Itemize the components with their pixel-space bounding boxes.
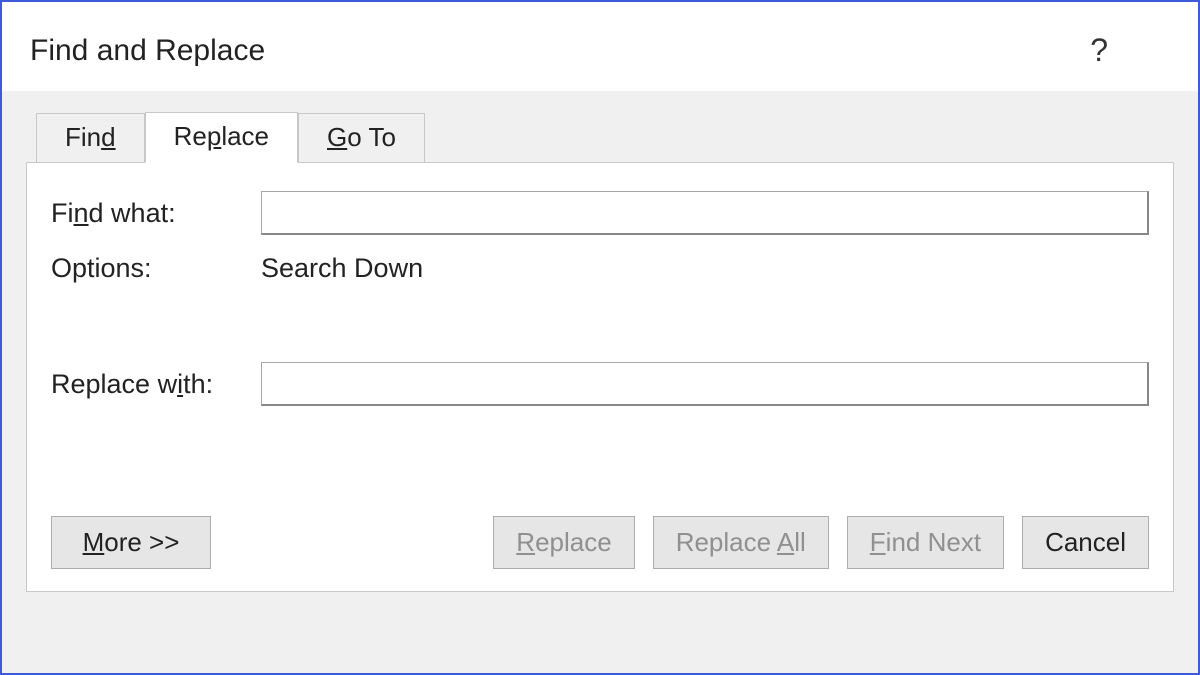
find-what-accel: n: [74, 198, 89, 228]
find-next-button[interactable]: Find Next: [847, 516, 1004, 569]
replace-with-input[interactable]: [261, 362, 1149, 406]
options-value: Search Down: [261, 253, 423, 284]
titlebar: Find and Replace ?: [2, 2, 1198, 91]
dialog-body: Find Replace Go To Find what: Options: S…: [2, 91, 1198, 673]
dialog-title: Find and Replace: [30, 34, 1040, 68]
find-next-text: ind Next: [886, 527, 981, 557]
tab-goto[interactable]: Go To: [298, 113, 425, 163]
help-button[interactable]: ?: [1040, 32, 1158, 69]
tab-replace-text-pre: Re: [174, 121, 207, 151]
replace-all-text-post: ll: [794, 527, 806, 557]
find-next-accel: F: [870, 527, 886, 557]
more-button[interactable]: More >>: [51, 516, 211, 569]
replace-accel: R: [516, 527, 535, 557]
tab-find[interactable]: Find: [36, 113, 145, 163]
tab-find-accel: d: [101, 122, 115, 152]
find-what-row: Find what:: [51, 191, 1149, 235]
find-what-label: Find what:: [51, 198, 261, 229]
replace-with-row: Replace with:: [51, 362, 1149, 406]
tab-find-text-pre: Fin: [65, 122, 101, 152]
find-what-label-post: d what:: [89, 198, 176, 228]
tab-replace-accel: p: [207, 121, 221, 151]
replace-all-accel: A: [777, 527, 794, 557]
tab-replace-text-post: lace: [221, 121, 269, 151]
replace-button[interactable]: Replace: [493, 516, 634, 569]
button-row: More >> Replace Replace All Find Next Ca…: [51, 516, 1149, 569]
replace-text: eplace: [535, 527, 612, 557]
more-text: ore >>: [104, 527, 179, 557]
cancel-text: Cancel: [1045, 527, 1126, 557]
tab-replace[interactable]: Replace: [145, 112, 298, 163]
spacer: [51, 424, 1149, 488]
replace-with-label: Replace with:: [51, 369, 261, 400]
replace-with-label-post: th:: [183, 369, 213, 399]
options-row: Options: Search Down: [51, 253, 1149, 284]
tab-goto-text-post: o To: [347, 122, 396, 152]
options-label: Options:: [51, 253, 261, 284]
panel: Find what: Options: Search Down Replace …: [26, 162, 1174, 592]
replace-with-label-pre: Replace w: [51, 369, 177, 399]
replace-all-button[interactable]: Replace All: [653, 516, 829, 569]
tabs: Find Replace Go To: [36, 111, 1174, 162]
cancel-button[interactable]: Cancel: [1022, 516, 1149, 569]
find-what-input[interactable]: [261, 191, 1149, 235]
tab-goto-accel: G: [327, 122, 347, 152]
more-accel: M: [83, 527, 105, 557]
find-what-label-pre: Fi: [51, 198, 74, 228]
replace-all-text-pre: Replace: [676, 527, 777, 557]
